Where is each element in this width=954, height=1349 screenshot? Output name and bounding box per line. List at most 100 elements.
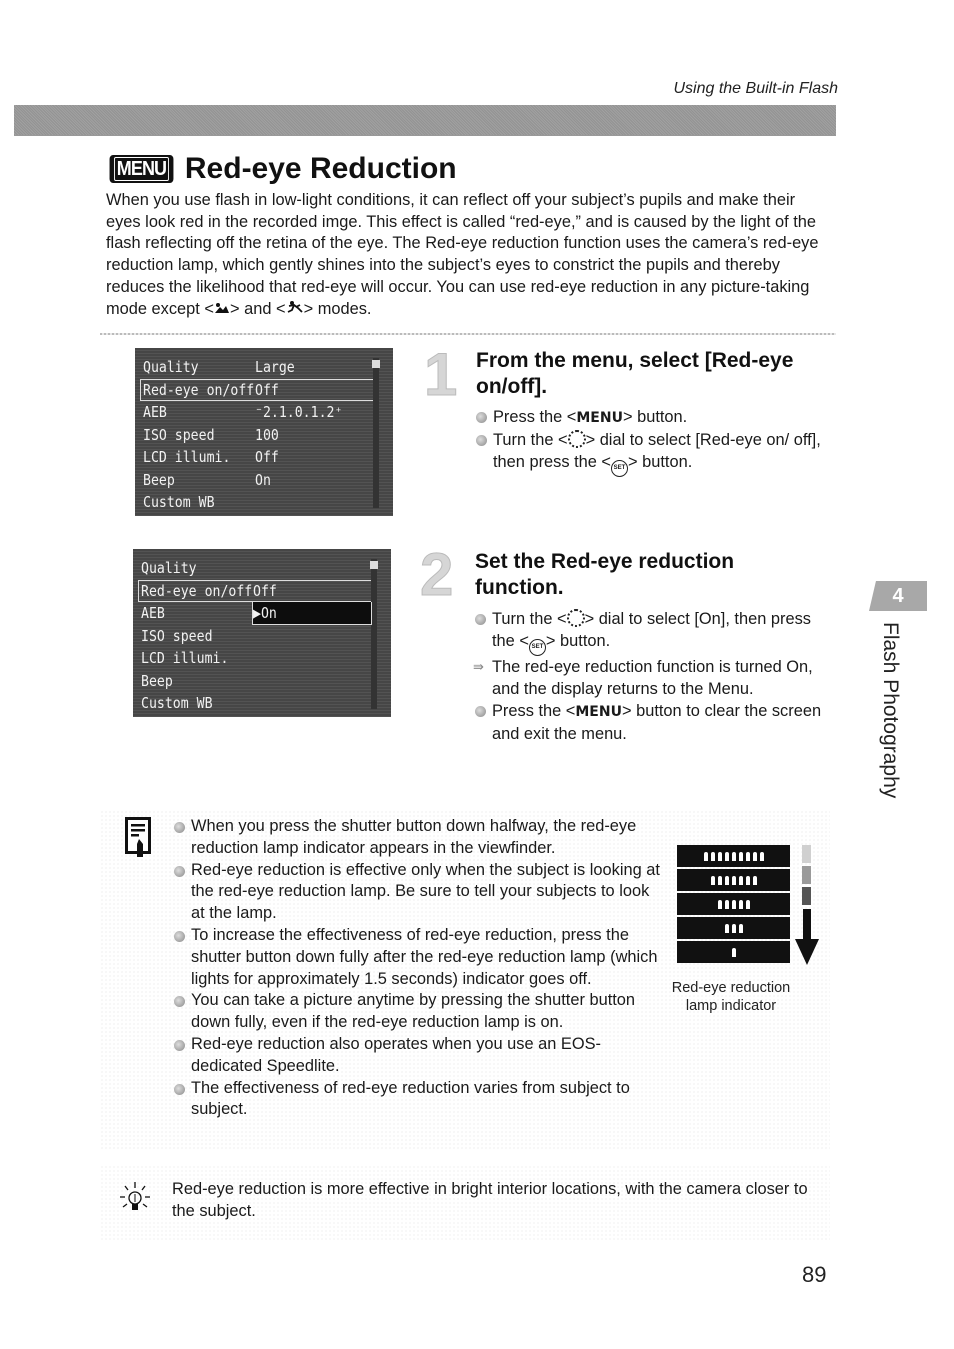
lamp-shade-light bbox=[802, 845, 811, 863]
step-2-title: Set the Red-eye reduction function. bbox=[475, 550, 735, 599]
lcd-option-popup: ▶On bbox=[252, 602, 372, 625]
lamp-shade-dark bbox=[802, 887, 811, 905]
instruction-item: Press the <MENU> button. bbox=[476, 406, 826, 429]
lamp-segment bbox=[731, 851, 736, 861]
lcd-menu-item[interactable]: ISO speed bbox=[141, 625, 213, 647]
note-item: You can take a picture anytime by pressi… bbox=[174, 990, 664, 1034]
lcd-menu-item[interactable]: LCD illumi. bbox=[141, 647, 228, 669]
instruction-text: Turn the < bbox=[492, 610, 567, 628]
bullet-icon bbox=[174, 1039, 185, 1051]
note-item: To increase the effectiveness of red-eye… bbox=[174, 925, 664, 990]
bullet-icon bbox=[174, 822, 185, 833]
lcd-menu-item[interactable]: Beep bbox=[143, 469, 175, 491]
note-item: Red-eye reduction is effective only when… bbox=[174, 860, 664, 925]
lamp-segment bbox=[717, 851, 722, 861]
memo-icon bbox=[125, 817, 151, 857]
title-row: MENU Red-eye Reduction bbox=[106, 152, 457, 186]
note-text: You can take a picture anytime by pressi… bbox=[191, 991, 636, 1032]
down-arrow-icon bbox=[794, 909, 820, 970]
lamp-segment bbox=[703, 851, 708, 861]
lcd-menu-value: ⁻2.1.0.1.2⁺ bbox=[255, 403, 343, 421]
chapter-title: Flash Photography bbox=[879, 622, 902, 799]
step-number-1: 1 bbox=[423, 341, 458, 409]
lcd-option-on[interactable]: ▶On bbox=[253, 602, 277, 624]
lamp-indicator-bar bbox=[677, 845, 790, 867]
lamp-segment bbox=[745, 875, 750, 885]
lcd-menu-item[interactable]: Red-eye on/off bbox=[143, 379, 254, 401]
lcd-scrollbar-thumb bbox=[370, 561, 378, 569]
page-title: Red-eye Reduction bbox=[184, 152, 457, 185]
lamp-segment bbox=[724, 851, 729, 861]
lamp-segment bbox=[724, 875, 729, 885]
lcd-menu-item[interactable]: LCD illumi. bbox=[143, 446, 230, 468]
instruction-item: Turn the < > dial to select [Red-eye on/ … bbox=[476, 429, 826, 477]
note-item: The effectiveness of red-eye reduction v… bbox=[174, 1078, 664, 1122]
lamp-segment bbox=[752, 851, 757, 861]
note-text: To increase the effectiveness of red-eye… bbox=[191, 925, 658, 988]
bullet-icon bbox=[174, 996, 185, 1008]
lamp-segment bbox=[731, 947, 736, 957]
lamp-segment bbox=[710, 875, 715, 885]
lcd-menu-item[interactable]: Custom WB bbox=[143, 491, 215, 513]
main-dial-icon bbox=[567, 430, 586, 448]
lcd-menu-value: On bbox=[255, 470, 271, 489]
lamp-segment bbox=[745, 899, 750, 909]
page-number: 89 bbox=[802, 1262, 827, 1287]
bullet-icon bbox=[475, 614, 486, 625]
note-text: Red-eye reduction also operates when you… bbox=[191, 1034, 602, 1075]
lcd-scrollbar bbox=[373, 358, 379, 508]
lcd-menu-item[interactable]: AEB bbox=[143, 401, 167, 423]
lcd-scrollbar bbox=[371, 559, 377, 709]
bullet-icon bbox=[476, 412, 487, 423]
lamp-segment bbox=[738, 923, 743, 933]
lamp-indicator-bar bbox=[677, 941, 790, 963]
note-text: Red-eye reduction is effective only when… bbox=[191, 860, 660, 923]
lamp-segment bbox=[745, 851, 750, 861]
lcd-scrollbar-thumb bbox=[372, 360, 380, 368]
bullet-icon bbox=[475, 706, 486, 717]
lcd-menu-value: 100 bbox=[255, 425, 279, 444]
lamp-segment bbox=[738, 899, 743, 909]
sports-mode-icon bbox=[286, 300, 304, 318]
lcd-menu-item[interactable]: Quality bbox=[143, 356, 199, 378]
instruction-text: > button. bbox=[628, 453, 693, 471]
instruction-text: Press the < bbox=[492, 702, 576, 720]
running-head: Using the Built-in Flash bbox=[673, 80, 838, 97]
lcd-menu-screen-2: Quality Red-eye on/off Off AEB ISO speed LCD … bbox=[133, 549, 391, 717]
lamp-segment bbox=[731, 875, 736, 885]
lamp-segment bbox=[752, 875, 757, 885]
note-item: Red-eye reduction also operates when you… bbox=[174, 1034, 664, 1078]
bullet-icon bbox=[174, 930, 185, 942]
lamp-indicator-caption: Red-eye reduction lamp indicator bbox=[671, 980, 791, 1014]
lcd-menu-value: Large bbox=[255, 358, 295, 376]
lamp-segment bbox=[717, 899, 722, 909]
lcd-menu-screen-1: Quality Large Red-eye on/off Off AEB ⁻2.1.0.1… bbox=[135, 348, 393, 516]
lamp-segment bbox=[731, 923, 736, 933]
lamp-segment bbox=[759, 851, 764, 861]
menu-button-label: MENU bbox=[575, 704, 622, 720]
lamp-indicator-bar bbox=[677, 869, 790, 891]
lamp-indicator-bar bbox=[677, 893, 790, 915]
lcd-menu-item[interactable]: AEB bbox=[141, 602, 165, 624]
set-button-icon: SET bbox=[528, 639, 546, 656]
lcd-menu-item[interactable]: Red-eye on/off bbox=[141, 580, 252, 602]
bullet-icon bbox=[476, 435, 487, 446]
lamp-segment bbox=[738, 875, 743, 885]
instruction-text: > button. bbox=[622, 408, 688, 426]
lcd-menu-item[interactable]: Quality bbox=[141, 557, 197, 579]
instruction-item: Turn the < > dial to select [On], then pr… bbox=[475, 608, 825, 656]
lcd-menu-item[interactable]: ISO speed bbox=[143, 424, 215, 446]
step-1-title: From the menu, select [Red-eye on/off]. bbox=[476, 349, 794, 398]
note-text: The effectiveness of red-eye reduction v… bbox=[191, 1078, 630, 1119]
chapter-tab[interactable]: 4 bbox=[869, 581, 927, 611]
lcd-menu-item[interactable]: Custom WB bbox=[141, 692, 213, 714]
bullet-icon bbox=[174, 1083, 185, 1095]
instruction-text: Press the < bbox=[493, 408, 577, 426]
instruction-text: The red-eye reduction function is turned… bbox=[492, 658, 813, 698]
header-band bbox=[14, 105, 836, 136]
set-button-icon: SET bbox=[611, 460, 628, 477]
lamp-segment bbox=[710, 851, 715, 861]
lightbulb-icon bbox=[116, 1180, 154, 1218]
lcd-menu-value: Off bbox=[255, 448, 279, 466]
lcd-menu-item[interactable]: Beep bbox=[141, 670, 173, 692]
